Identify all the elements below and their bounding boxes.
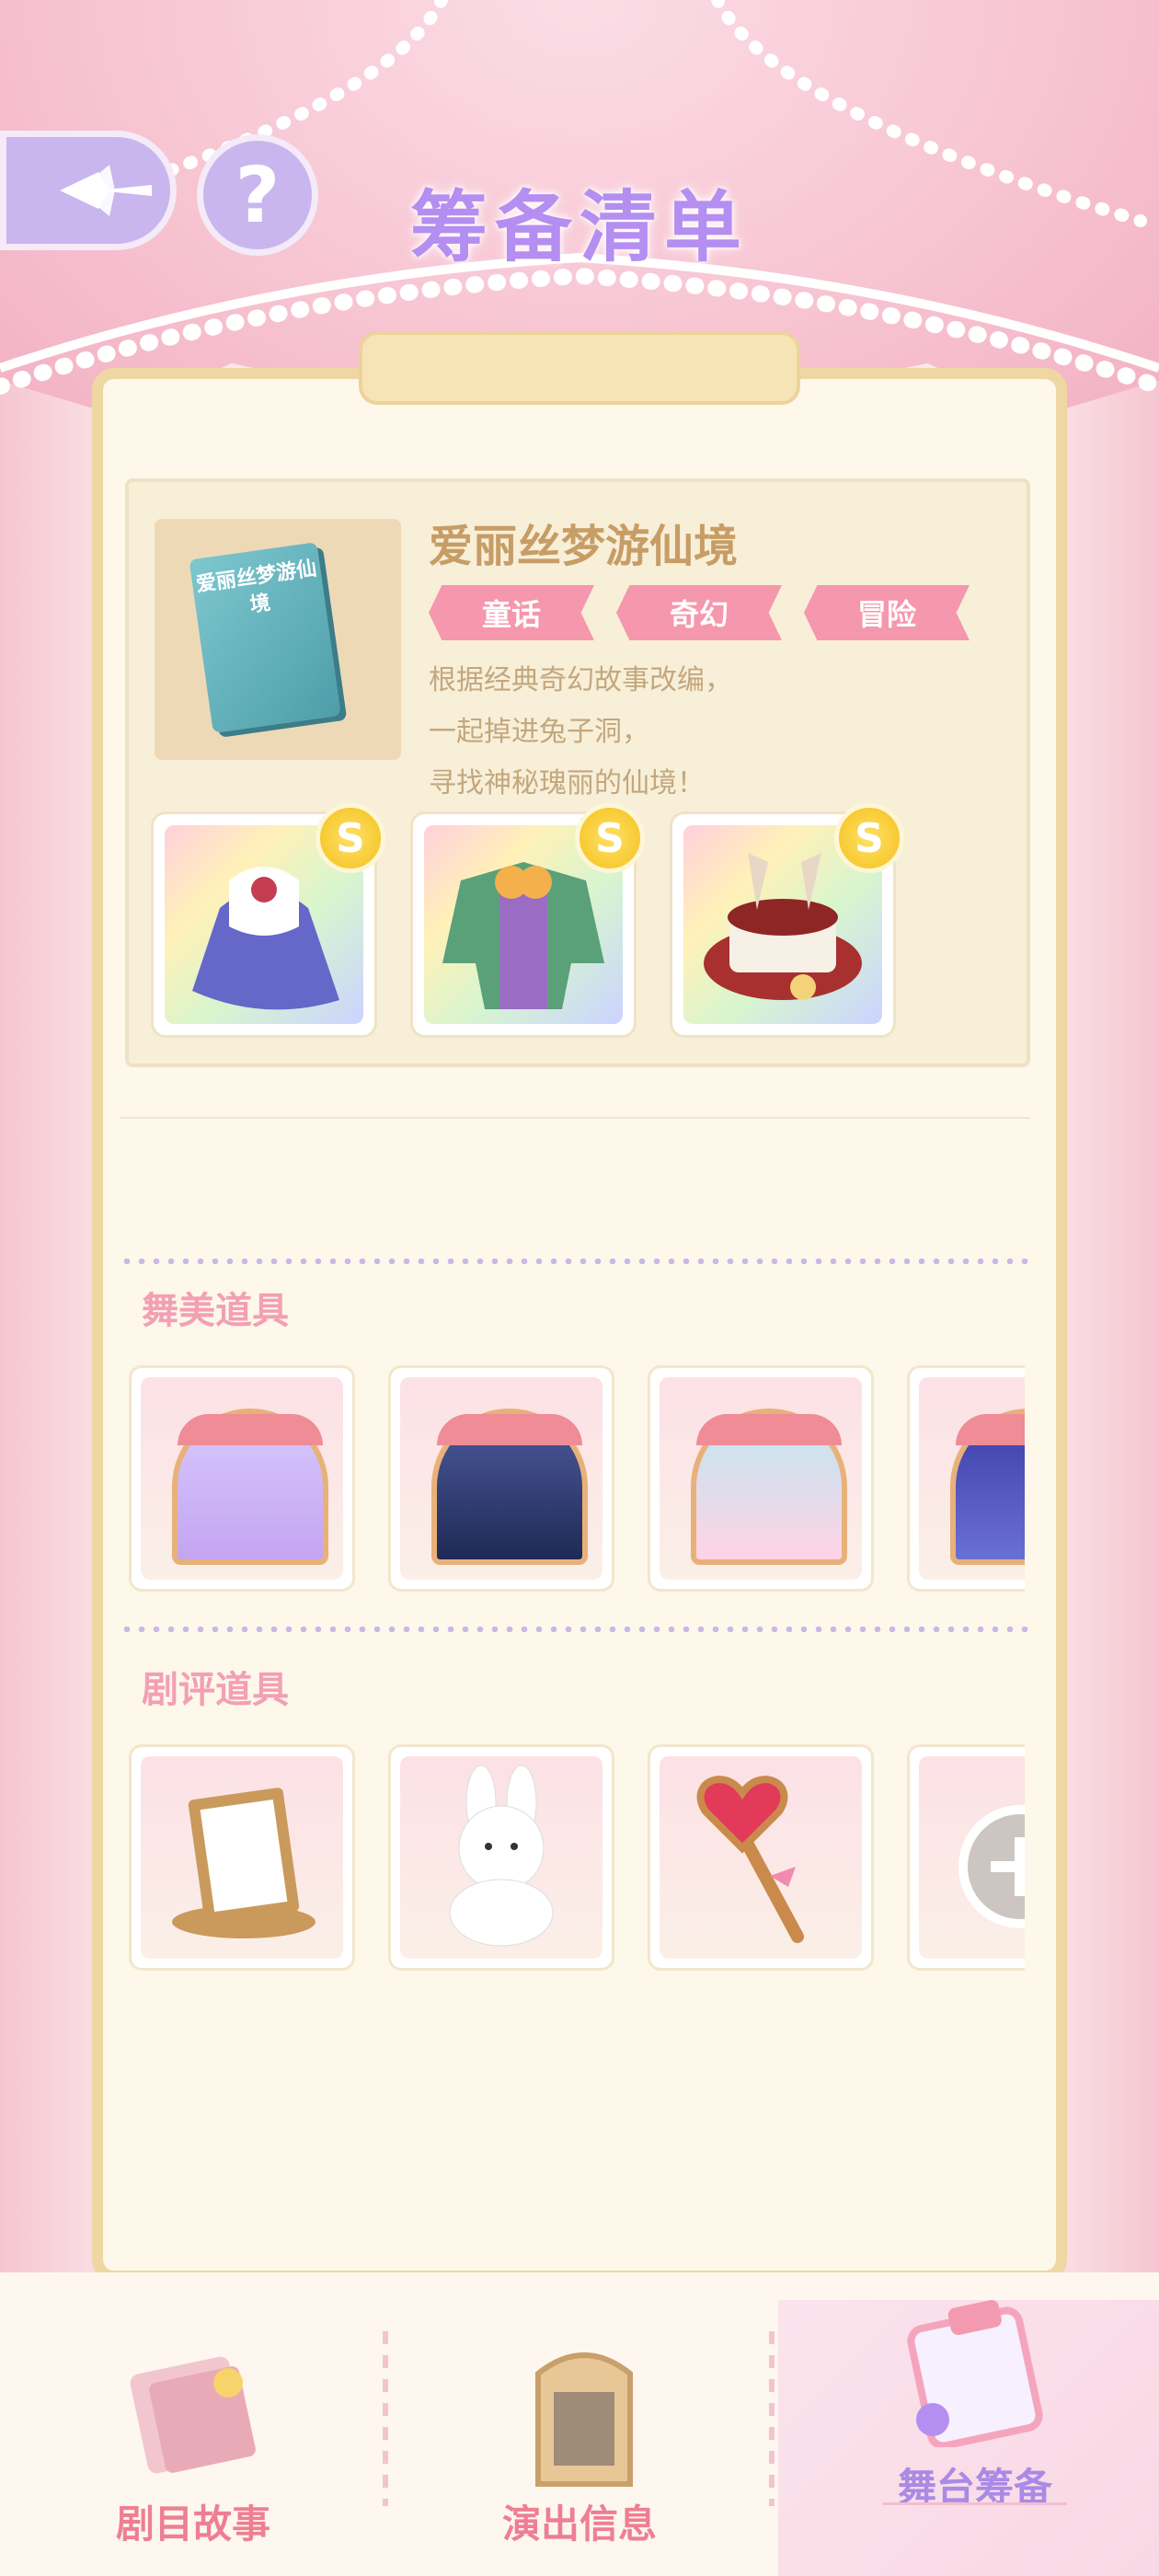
add-icon — [958, 1805, 1025, 1928]
nav-tab-info[interactable]: 演出信息 — [442, 2309, 717, 2558]
tag-fantasy: 奇幻 — [616, 585, 782, 640]
nav-label: 演出信息 — [501, 2501, 657, 2547]
info-board-icon — [535, 2352, 633, 2487]
stage-night-icon — [431, 1409, 588, 1565]
story-cover-book: 爱丽丝梦游仙境 — [189, 542, 341, 733]
rabbit-plush-icon — [449, 1765, 554, 1947]
review-props-list — [129, 1744, 1025, 1974]
tag-fairytale: 童话 — [429, 585, 594, 640]
section-divider — [120, 1117, 1030, 1119]
sparkle-back-icon — [60, 165, 152, 216]
back-button[interactable] — [0, 131, 177, 250]
review-prop-item[interactable] — [388, 1744, 614, 1971]
review-props-label: 剧评道具 — [142, 1669, 289, 1711]
stage-heart-icon — [691, 1409, 847, 1565]
dotted-divider — [120, 1259, 1030, 1264]
stage-props-list — [129, 1365, 1025, 1595]
help-button[interactable]: ? — [197, 134, 318, 256]
page-title: 筹备清单 — [409, 182, 749, 272]
outfit-item-hat[interactable]: S — [670, 803, 904, 1038]
help-icon: ? — [235, 150, 281, 240]
stage-prop-item[interactable] — [129, 1365, 355, 1592]
tag-adventure: 冒险 — [804, 585, 970, 640]
stage-props-label: 舞美道具 — [142, 1290, 289, 1332]
outfit-item-suit[interactable]: S — [410, 803, 645, 1038]
coin-badge: S — [316, 803, 385, 873]
nav-tab-story[interactable]: 剧目故事 — [55, 2309, 331, 2558]
clipboard-icon — [907, 2300, 1043, 2447]
heart-wand-icon — [696, 1776, 804, 1943]
story-title: 爱丽丝梦游仙境 — [429, 521, 739, 572]
nav-divider — [383, 2331, 388, 2506]
story-description: 根据经典奇幻故事改编， 一起掉进兔子洞， 寻找神秘瑰丽的仙境！ — [429, 664, 732, 799]
card-frame-icon — [172, 1788, 316, 1938]
nav-label: 剧目故事 — [115, 2501, 270, 2547]
nav-tab-prep[interactable]: 舞台筹备 — [828, 2291, 1122, 2558]
stage-prop-item[interactable] — [648, 1365, 874, 1592]
stage-prop-item[interactable] — [388, 1365, 614, 1592]
review-prop-item[interactable] — [648, 1744, 874, 1971]
story-book-icon — [130, 2356, 256, 2474]
coin-badge: S — [834, 803, 904, 873]
coin-badge: S — [575, 803, 645, 873]
stage-prop-item[interactable] — [907, 1365, 1025, 1592]
active-underline — [883, 2502, 1067, 2505]
dotted-divider — [120, 1627, 1030, 1632]
stage-stars-icon — [950, 1409, 1025, 1565]
nav-divider — [769, 2331, 775, 2506]
review-prop-add[interactable] — [907, 1744, 1025, 1971]
outfit-item-dress[interactable]: S — [151, 803, 385, 1038]
panel-top-tab — [359, 331, 800, 405]
stage-lilac-icon — [172, 1409, 328, 1565]
review-prop-item[interactable] — [129, 1744, 355, 1971]
